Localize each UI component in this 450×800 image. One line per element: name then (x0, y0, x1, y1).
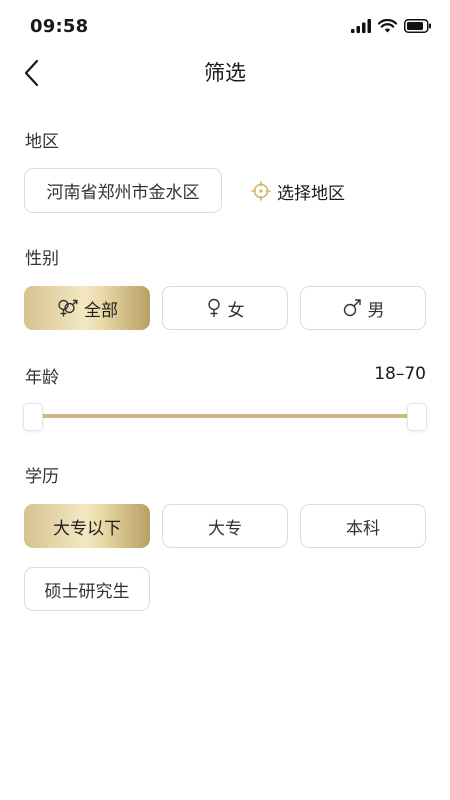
age-slider-track[interactable] (32, 414, 418, 418)
region-value-chip[interactable]: 河南省郑州市金水区 (24, 168, 222, 213)
gender-option-all[interactable]: 全部 (24, 286, 150, 330)
signal-icon (351, 18, 371, 37)
locate-icon (251, 181, 271, 201)
gender-option-label: 全部 (84, 300, 118, 321)
gender-both-icon (56, 298, 78, 318)
education-option-master[interactable]: 硕士研究生 (24, 567, 150, 611)
page-title: 筛选 (204, 61, 246, 85)
select-region-button[interactable]: 选择地区 (251, 178, 345, 204)
select-region-label: 选择地区 (277, 183, 345, 204)
gender-section-title: 性别 (25, 249, 59, 269)
status-time: 09:58 (30, 16, 89, 37)
education-option-below-college[interactable]: 大专以下 (24, 504, 150, 548)
female-icon (206, 298, 222, 318)
education-section-title: 学历 (25, 467, 59, 487)
male-icon (342, 298, 362, 318)
nav-bar: 筛选 (0, 52, 450, 94)
region-section-title: 地区 (25, 132, 59, 152)
education-option-label: 大专以下 (53, 518, 121, 539)
gender-option-male[interactable]: 男 (300, 286, 426, 330)
wifi-icon (377, 18, 398, 37)
education-option-label: 大专 (208, 518, 242, 539)
age-slider-max-handle[interactable] (407, 403, 427, 431)
age-section-title: 年龄 (25, 368, 59, 388)
age-slider-min-handle[interactable] (23, 403, 43, 431)
education-option-college[interactable]: 大专 (162, 504, 288, 548)
gender-option-female[interactable]: 女 (162, 286, 288, 330)
region-value: 河南省郑州市金水区 (46, 183, 200, 203)
status-bar: 09:58 (0, 0, 450, 52)
filter-screen: 09:58 筛选 地区 河南省郑州市金水区 选择地区 性别 全部 女 男 年龄 … (0, 0, 450, 800)
gender-option-label: 女 (227, 300, 245, 321)
education-option-label: 本科 (346, 518, 380, 539)
gender-option-label: 男 (367, 300, 385, 321)
age-range-value: 18–70 (374, 364, 426, 384)
education-option-label: 硕士研究生 (44, 581, 130, 602)
education-option-bachelor[interactable]: 本科 (300, 504, 426, 548)
battery-icon (404, 18, 432, 37)
status-icons (344, 18, 432, 36)
